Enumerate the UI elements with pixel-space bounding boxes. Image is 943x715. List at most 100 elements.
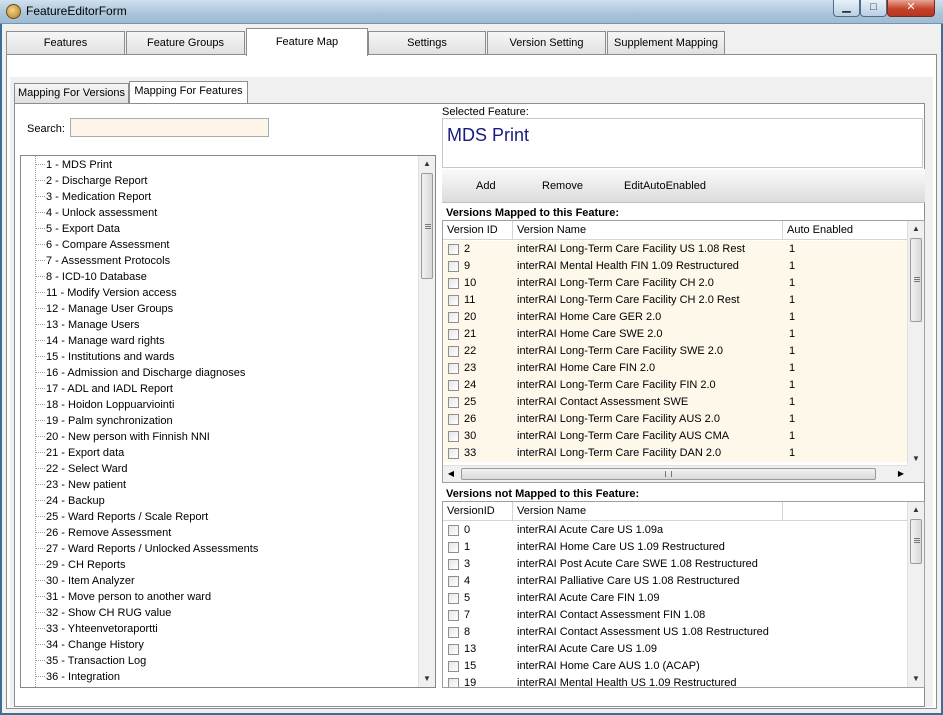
row-checkbox[interactable] xyxy=(448,312,459,323)
table-row[interactable]: 30 interRAI Long-Term Care Facility AUS C… xyxy=(443,428,909,445)
tree-item-label: 4 - Unlock assessment xyxy=(46,207,158,219)
table-row[interactable]: 15 interRAI Home Care AUS 1.0 (ACAP) xyxy=(443,658,909,675)
scroll-thumb[interactable] xyxy=(910,519,922,564)
table-row[interactable]: 10 interRAI Long-Term Care Facility CH 2.… xyxy=(443,275,909,292)
table-row[interactable]: 23 interRAI Home Care FIN 2.0 1 xyxy=(443,360,909,377)
tab-supplement-mapping[interactable]: Supplement Mapping xyxy=(607,31,725,55)
column-auto-enabled[interactable]: Auto Enabled xyxy=(783,221,909,240)
row-checkbox[interactable] xyxy=(448,576,459,587)
row-checkbox[interactable] xyxy=(448,431,459,442)
subtab-mapping-for-versions[interactable]: Mapping For Versions xyxy=(14,83,129,103)
table-row[interactable]: 7 interRAI Contact Assessment FIN 1.08 xyxy=(443,607,909,624)
tab-feature-groups[interactable]: Feature Groups xyxy=(126,31,245,55)
tab-version-setting[interactable]: Version Setting xyxy=(487,31,606,55)
table-row[interactable]: 3 interRAI Post Acute Care SWE 1.08 Restr… xyxy=(443,556,909,573)
row-checkbox[interactable] xyxy=(448,644,459,655)
search-input[interactable] xyxy=(70,118,269,137)
scroll-up-arrow-icon[interactable]: ▲ xyxy=(908,221,924,237)
table-row[interactable]: 2 interRAI Long-Term Care Facility US 1.0… xyxy=(443,241,909,258)
row-checkbox[interactable] xyxy=(448,397,459,408)
row-checkbox[interactable] xyxy=(448,593,459,604)
tree-item-label: 34 - Change History xyxy=(46,639,144,651)
row-checkbox[interactable] xyxy=(448,261,459,272)
tree-connector xyxy=(35,468,45,469)
not-mapped-versions-grid[interactable]: VersionID Version Name 0 interRAI Acute C… xyxy=(442,501,925,688)
scroll-down-arrow-icon[interactable]: ▼ xyxy=(908,671,924,687)
table-row[interactable]: 8 interRAI Contact Assessment US 1.08 Res… xyxy=(443,624,909,641)
column-version-id[interactable]: VersionID xyxy=(443,502,513,521)
cell-version-id: 25 xyxy=(464,396,477,408)
row-checkbox[interactable] xyxy=(448,559,459,570)
cell-auto-enabled: 1 xyxy=(789,345,796,357)
row-checkbox[interactable] xyxy=(448,329,459,340)
tree-connector xyxy=(35,484,45,485)
remove-button[interactable]: Remove xyxy=(542,180,583,192)
table-row[interactable]: 11 interRAI Long-Term Care Facility CH 2.… xyxy=(443,292,909,309)
table-row[interactable]: 9 interRAI Mental Health FIN 1.09 Restruc… xyxy=(443,258,909,275)
table-row[interactable]: 26 interRAI Long-Term Care Facility AUS 2… xyxy=(443,411,909,428)
cell-version-id: 8 xyxy=(464,626,471,638)
cell-version-name: interRAI Long-Term Care Facility CH 2.0 … xyxy=(517,294,740,306)
scroll-up-arrow-icon[interactable]: ▲ xyxy=(908,502,924,518)
tab-feature-map[interactable]: Feature Map xyxy=(246,28,368,56)
row-checkbox[interactable] xyxy=(448,363,459,374)
close-button[interactable]: ✕ xyxy=(887,0,935,17)
not-mapped-versions-title: Versions not Mapped to this Feature: xyxy=(446,488,640,500)
column-version-name[interactable]: Version Name xyxy=(513,502,783,521)
row-checkbox[interactable] xyxy=(448,610,459,621)
row-checkbox[interactable] xyxy=(448,525,459,536)
tree-connector xyxy=(35,164,45,165)
feature-tree[interactable]: 1 - MDS Print 2 - Discharge Report 3 - Med… xyxy=(20,155,436,688)
cell-auto-enabled: 1 xyxy=(789,294,796,306)
cell-version-id: 24 xyxy=(464,379,477,391)
table-row[interactable]: 4 interRAI Palliative Care US 1.08 Restru… xyxy=(443,573,909,590)
hscroll-thumb[interactable] xyxy=(461,468,876,480)
not-mapped-grid-vscroll[interactable]: ▲ ▼ xyxy=(907,502,924,687)
row-checkbox[interactable] xyxy=(448,244,459,255)
tree-scrollbar[interactable]: ▲ ▼ xyxy=(418,156,435,687)
mapped-grid-hscroll[interactable]: ◀ ▶ xyxy=(443,465,909,482)
cell-auto-enabled: 1 xyxy=(789,311,796,323)
scroll-left-arrow-icon[interactable]: ◀ xyxy=(443,466,459,482)
tab-features[interactable]: Features xyxy=(6,31,125,55)
column-version-id[interactable]: Version ID xyxy=(443,221,513,240)
maximize-button[interactable]: □ xyxy=(860,0,887,17)
table-row[interactable]: 22 interRAI Long-Term Care Facility SWE 2… xyxy=(443,343,909,360)
edit-auto-enabled-button[interactable]: EditAutoEnabled xyxy=(624,180,706,192)
row-checkbox[interactable] xyxy=(448,414,459,425)
add-button[interactable]: Add xyxy=(476,180,496,192)
tree-item-label: 23 - New patient xyxy=(46,479,127,491)
row-checkbox[interactable] xyxy=(448,627,459,638)
main-tab-bar: Features Feature Groups Feature Map Sett… xyxy=(6,28,936,56)
mapped-versions-grid[interactable]: Version ID Version Name Auto Enabled 2 in… xyxy=(442,220,925,483)
minimize-button[interactable]: ▁ xyxy=(833,0,860,17)
table-row[interactable]: 19 interRAI Mental Health US 1.09 Restruc… xyxy=(443,675,909,687)
subtab-mapping-for-features[interactable]: Mapping For Features xyxy=(129,81,248,103)
table-row[interactable]: 24 interRAI Long-Term Care Facility FIN 2… xyxy=(443,377,909,394)
row-checkbox[interactable] xyxy=(448,278,459,289)
row-checkbox[interactable] xyxy=(448,295,459,306)
table-row[interactable]: 25 interRAI Contact Assessment SWE 1 xyxy=(443,394,909,411)
row-checkbox[interactable] xyxy=(448,448,459,459)
mapped-grid-vscroll[interactable]: ▲ ▼ xyxy=(907,221,924,467)
row-checkbox[interactable] xyxy=(448,542,459,553)
table-row[interactable]: 0 interRAI Acute Care US 1.09a xyxy=(443,522,909,539)
scroll-thumb[interactable] xyxy=(421,173,433,279)
tab-settings[interactable]: Settings xyxy=(368,31,486,55)
scroll-up-arrow-icon[interactable]: ▲ xyxy=(419,156,435,172)
table-row[interactable]: 20 interRAI Home Care GER 2.0 1 xyxy=(443,309,909,326)
scroll-down-arrow-icon[interactable]: ▼ xyxy=(419,671,435,687)
row-checkbox[interactable] xyxy=(448,678,459,687)
tree-connector xyxy=(35,676,45,677)
tree-connector xyxy=(35,532,45,533)
table-row[interactable]: 33 interRAI Long-Term Care Facility DAN 2… xyxy=(443,445,909,462)
row-checkbox[interactable] xyxy=(448,346,459,357)
row-checkbox[interactable] xyxy=(448,661,459,672)
scroll-thumb[interactable] xyxy=(910,238,922,322)
table-row[interactable]: 5 interRAI Acute Care FIN 1.09 xyxy=(443,590,909,607)
table-row[interactable]: 21 interRAI Home Care SWE 2.0 1 xyxy=(443,326,909,343)
row-checkbox[interactable] xyxy=(448,380,459,391)
table-row[interactable]: 13 interRAI Acute Care US 1.09 xyxy=(443,641,909,658)
column-version-name[interactable]: Version Name xyxy=(513,221,783,240)
table-row[interactable]: 1 interRAI Home Care US 1.09 Restructured xyxy=(443,539,909,556)
